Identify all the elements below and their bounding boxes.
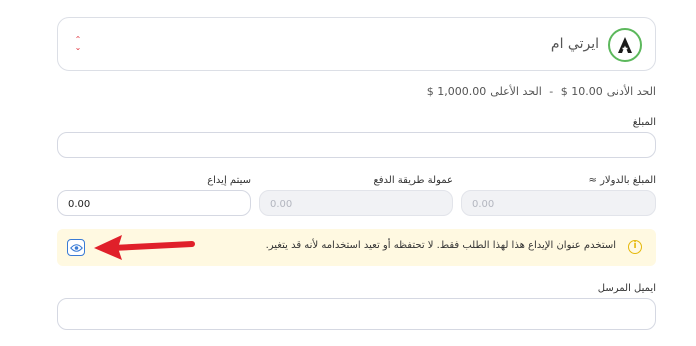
max-limit-value: 1,000.00 $ [426, 85, 487, 98]
deposit-limits: الحد الأدنى10.00 $ - الحد الأعلى1,000.00… [423, 85, 656, 98]
deposit-field[interactable]: 0.00 [57, 190, 251, 216]
sender-email-input[interactable] [57, 298, 656, 330]
show-address-button[interactable] [67, 239, 85, 256]
info-icon: i [628, 240, 642, 254]
amount-input[interactable] [57, 132, 656, 158]
airtm-logo-icon [608, 28, 642, 62]
fee-value: 0.00 [270, 199, 293, 210]
min-limit-label: الحد الأدنى [606, 85, 656, 98]
limits-separator: - [549, 85, 554, 98]
usd-amount-label: المبلغ بالدولار ≈ [588, 175, 656, 186]
amount-label: المبلغ [632, 117, 656, 128]
payment-method-name: ايرتي ام [550, 36, 599, 52]
section-title [566, 0, 656, 4]
deposit-label: سيتم إيداع [207, 175, 251, 186]
fee-label: عمولة طريقة الدفع [373, 175, 453, 186]
sender-email-label: ايميل المرسل [597, 283, 656, 294]
fee-field: 0.00 [259, 190, 453, 216]
deposit-value: 0.00 [68, 199, 91, 210]
min-limit-value: 10.00 $ [560, 85, 603, 98]
red-pointer-arrow-icon [94, 235, 195, 260]
max-limit-label: الحد الأعلى [490, 85, 542, 98]
usd-amount-field: 0.00 [461, 190, 656, 216]
payment-method-select[interactable]: ⌃ ⌄ ايرتي ام [57, 17, 656, 71]
usd-amount-value: 0.00 [472, 199, 495, 210]
eye-icon [70, 244, 83, 252]
select-arrows-icon: ⌃ ⌄ [74, 35, 82, 52]
notice-text: استخدم عنوان الإيداع هذا لهذا الطلب فقط.… [265, 240, 616, 251]
